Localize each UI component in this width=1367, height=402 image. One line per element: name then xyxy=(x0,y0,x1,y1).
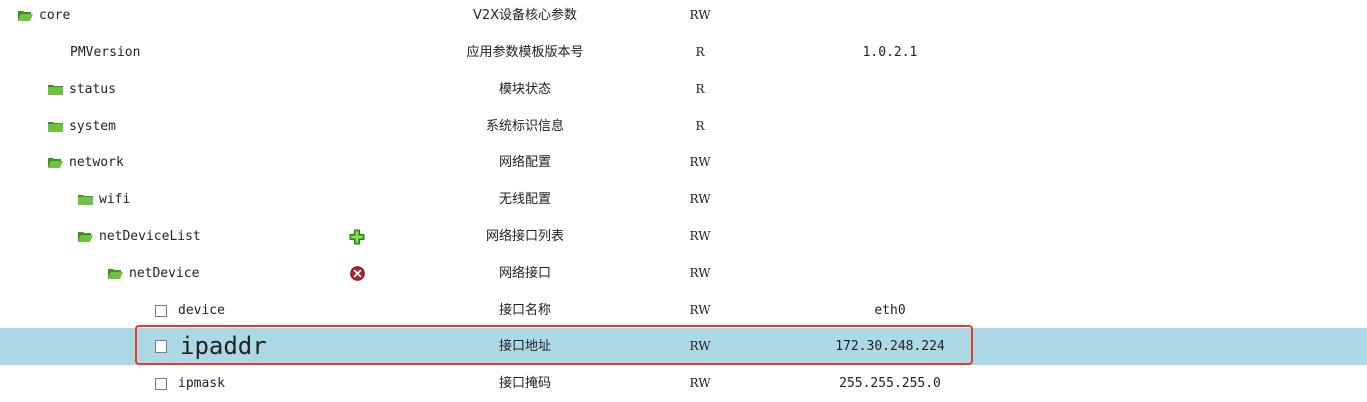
tree-node-core[interactable]: core xyxy=(18,0,70,34)
tree-row-network[interactable]: network 网络配置 RW xyxy=(0,144,1367,181)
node-access: RW xyxy=(689,8,711,22)
tree-node-ipmask[interactable]: ipmask xyxy=(155,365,225,402)
parameter-tree: core V2X设备核心参数 RW PMVersion 应用参数模板版本号 R … xyxy=(0,0,1367,402)
tree-node-wifi[interactable]: wifi xyxy=(78,181,130,218)
tree-row-netdevicelist[interactable]: netDeviceList 网络接口列表 RW xyxy=(0,218,1367,255)
tree-node-pmversion[interactable]: PMVersion xyxy=(70,34,140,71)
node-access: RW xyxy=(689,155,711,169)
node-label: netDeviceList xyxy=(99,229,201,244)
node-description: V2X设备核心参数 xyxy=(472,8,578,23)
node-description: 接口掩码 xyxy=(498,376,551,391)
node-value xyxy=(760,218,1020,255)
node-value xyxy=(760,181,1020,218)
node-value[interactable]: 1.0.2.1 xyxy=(760,34,1020,71)
checkbox[interactable] xyxy=(155,304,167,317)
checkbox[interactable] xyxy=(155,377,167,390)
node-description: 网络接口列表 xyxy=(485,229,564,244)
node-access: R xyxy=(695,119,705,133)
remove-icon[interactable] xyxy=(348,255,366,292)
node-label: status xyxy=(69,82,116,97)
folder-open-icon xyxy=(18,10,33,21)
node-label: device xyxy=(178,303,225,318)
tree-node-status[interactable]: status xyxy=(48,71,116,108)
node-value xyxy=(760,108,1020,145)
tree-node-netdevice[interactable]: netDevice xyxy=(108,255,199,292)
add-icon[interactable] xyxy=(348,218,366,255)
tree-row-device[interactable]: device 接口名称 RW eth0 xyxy=(0,292,1367,329)
node-description: 网络配置 xyxy=(498,155,551,170)
node-access: R xyxy=(695,82,705,96)
node-value xyxy=(760,144,1020,181)
tree-row-system[interactable]: system 系统标识信息 R xyxy=(0,108,1367,145)
tree-node-system[interactable]: system xyxy=(48,108,116,145)
node-description: 接口地址 xyxy=(498,339,551,354)
node-description: 应用参数模板版本号 xyxy=(466,45,584,60)
node-label: PMVersion xyxy=(70,45,141,60)
tree-row-core[interactable]: core V2X设备核心参数 RW xyxy=(0,0,1367,34)
tree-row-status[interactable]: status 模块状态 R xyxy=(0,71,1367,108)
tree-row-wifi[interactable]: wifi 无线配置 RW xyxy=(0,181,1367,218)
checkbox[interactable] xyxy=(155,340,167,353)
node-value xyxy=(760,71,1020,108)
node-label: netDevice xyxy=(129,266,200,281)
node-label: ipmask xyxy=(178,376,225,391)
folder-open-icon xyxy=(108,268,123,279)
node-access: RW xyxy=(689,192,711,206)
node-description: 网络接口 xyxy=(498,266,551,281)
folder-closed-icon xyxy=(78,194,93,205)
node-value xyxy=(760,255,1020,292)
node-access: RW xyxy=(689,266,711,280)
folder-open-icon xyxy=(78,231,93,242)
folder-closed-icon xyxy=(48,121,63,132)
node-value[interactable]: eth0 xyxy=(760,292,1020,329)
tree-node-device[interactable]: device xyxy=(155,292,225,329)
node-description: 模块状态 xyxy=(498,82,551,97)
node-value xyxy=(760,0,1020,34)
node-value[interactable]: 172.30.248.224 xyxy=(760,328,1020,365)
node-access: RW xyxy=(689,339,711,353)
folder-closed-icon xyxy=(48,84,63,95)
node-description: 接口名称 xyxy=(498,303,551,318)
tree-row-ipmask[interactable]: ipmask 接口掩码 RW 255.255.255.0 xyxy=(0,365,1367,402)
tree-node-network[interactable]: network xyxy=(48,144,124,181)
tree-node-netdevicelist[interactable]: netDeviceList xyxy=(78,218,201,255)
node-description: 无线配置 xyxy=(498,192,551,207)
node-value[interactable]: 255.255.255.0 xyxy=(760,365,1020,402)
node-label: core xyxy=(39,8,71,23)
node-access: RW xyxy=(689,229,711,243)
node-access: R xyxy=(695,45,705,59)
node-label: system xyxy=(69,119,116,134)
node-label: network xyxy=(69,155,124,170)
tree-node-ipaddr[interactable]: ipaddr xyxy=(155,328,267,365)
node-description: 系统标识信息 xyxy=(485,119,564,134)
tree-row-netdevice[interactable]: netDevice 网络接口 RW xyxy=(0,255,1367,292)
tree-row-pmversion[interactable]: PMVersion 应用参数模板版本号 R 1.0.2.1 xyxy=(0,34,1367,71)
folder-open-icon xyxy=(48,157,63,168)
node-access: RW xyxy=(689,303,711,317)
tree-row-ipaddr[interactable]: ipaddr 接口地址 RW 172.30.248.224 xyxy=(0,328,1367,365)
node-label: ipaddr xyxy=(180,332,267,360)
node-label: wifi xyxy=(99,192,131,207)
node-access: RW xyxy=(689,376,711,390)
